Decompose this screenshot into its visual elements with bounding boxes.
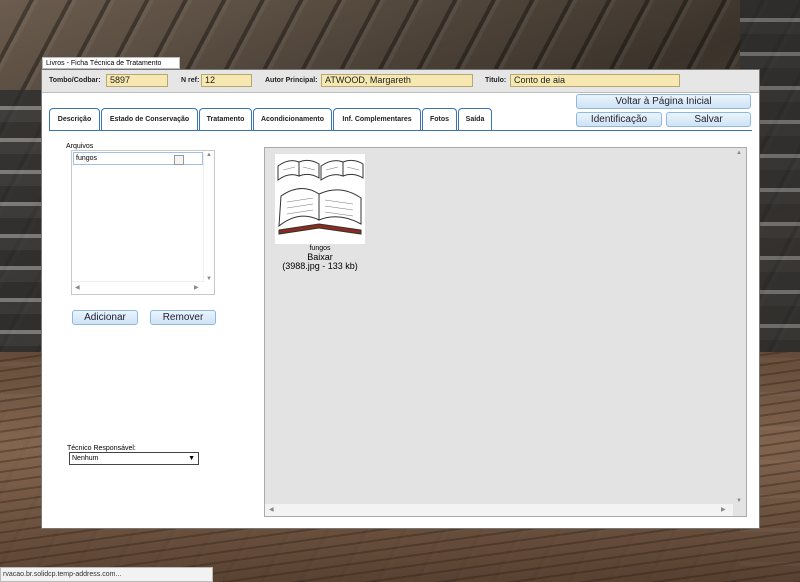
list-vertical-scrollbar[interactable]: ▲ ▼ <box>203 151 214 283</box>
scroll-down-icon[interactable]: ▼ <box>206 276 212 282</box>
tecnico-select[interactable]: Nenhum ▼ <box>69 452 199 465</box>
tab-tratamento[interactable]: Tratamento <box>199 108 252 130</box>
tab-acondicionamento[interactable]: Acondicionamento <box>253 108 332 130</box>
scroll-up-icon[interactable]: ▲ <box>206 152 212 158</box>
tab-descricao[interactable]: Descrição <box>49 108 100 130</box>
photos-panel: fungos Baixar (3988.jpg - 133 kb) ▲ ▼ ◀ … <box>264 147 747 517</box>
titulo-field[interactable]: Conto de aia <box>510 74 680 87</box>
titulo-label: Titulo: <box>485 77 507 84</box>
salvar-button[interactable]: Salvar <box>666 112 751 127</box>
photo-caption: fungos <box>309 245 331 252</box>
voltar-button[interactable]: Voltar à Página Inicial <box>576 94 751 109</box>
file-name: fungos <box>76 155 98 162</box>
tombo-field[interactable]: 5897 <box>106 74 168 87</box>
arquivos-list[interactable]: fungos ▲ ▼ ◀ ▶ <box>71 150 215 295</box>
tecnico-label: Técnico Responsável: <box>67 445 136 452</box>
dropdown-caret-icon: ▼ <box>188 455 195 462</box>
scroll-left-icon[interactable]: ◀ <box>269 506 274 513</box>
scroll-left-icon[interactable]: ◀ <box>75 284 80 291</box>
checkbox-icon[interactable] <box>174 155 184 165</box>
form-window: Tombo/Codbar: 5897 N ref: 12 Autor Princ… <box>41 69 760 529</box>
nref-field[interactable]: 12 <box>201 74 252 87</box>
list-horizontal-scrollbar[interactable]: ◀ ▶ <box>72 281 204 294</box>
tab-estado-conservacao[interactable]: Estado de Conservação <box>101 108 198 130</box>
tombo-label: Tombo/Codbar: <box>49 77 101 84</box>
photos-horizontal-scrollbar[interactable]: ◀ ▶ <box>265 504 733 516</box>
photos-vertical-scrollbar[interactable]: ▲ ▼ <box>732 148 746 506</box>
photo-file-info: (3988.jpg - 133 kb) <box>282 261 358 271</box>
tab-divider <box>49 130 752 131</box>
identificacao-button[interactable]: Identificação <box>576 112 662 127</box>
book-image[interactable] <box>275 154 365 244</box>
scroll-down-icon[interactable]: ▼ <box>736 498 742 504</box>
scroll-up-icon[interactable]: ▲ <box>736 150 742 156</box>
list-item[interactable]: fungos <box>73 152 203 165</box>
arquivos-label: Arquivos <box>66 143 94 150</box>
nref-label: N ref: <box>181 77 200 84</box>
window-title: Livros - Ficha Técnica de Tratamento <box>42 57 180 69</box>
tab-fotos[interactable]: Fotos <box>422 108 457 131</box>
browser-status-bar: rvacao.br.solidcp.temp-address.com... <box>0 567 213 582</box>
autor-label: Autor Principal: <box>265 77 318 84</box>
tab-inf-complementares[interactable]: Inf. Complementares <box>333 108 421 130</box>
tab-saida[interactable]: Saída <box>458 108 492 130</box>
scroll-right-icon[interactable]: ▶ <box>721 506 726 513</box>
remover-button[interactable]: Remover <box>150 310 216 325</box>
scroll-right-icon[interactable]: ▶ <box>194 284 199 291</box>
autor-field[interactable]: ATWOOD, Margareth <box>321 74 473 87</box>
adicionar-button[interactable]: Adicionar <box>72 310 138 325</box>
header-fields-bar: Tombo/Codbar: 5897 N ref: 12 Autor Princ… <box>42 70 759 93</box>
tecnico-selected-value: Nenhum <box>72 455 99 462</box>
